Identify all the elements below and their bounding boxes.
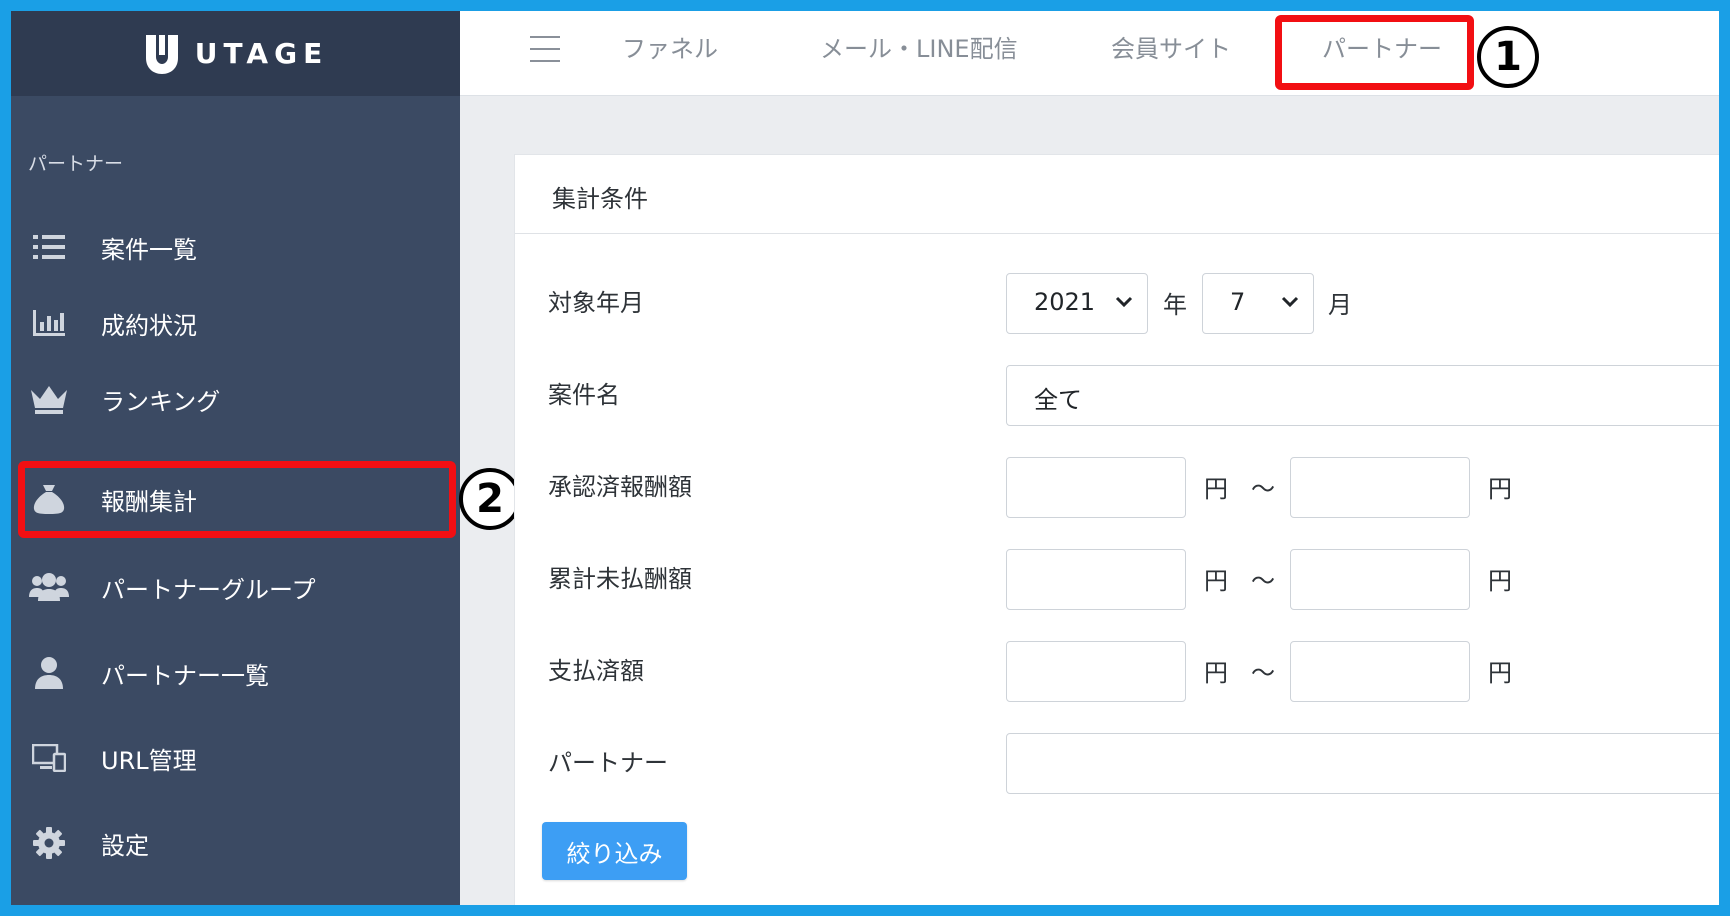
month-unit: 月 [1328, 291, 1352, 319]
brand-name: UTAGE [194, 37, 329, 70]
approved-reward-min-input[interactable] [1006, 457, 1186, 518]
project-name-value: 全て [1034, 386, 1082, 414]
gear-icon [29, 825, 69, 861]
utage-logo-icon [145, 34, 178, 74]
sidebar-item-partner-list[interactable]: パートナー一覧 [11, 643, 460, 703]
range-tilde: 〜 [1251, 659, 1275, 687]
card-title: 集計条件 [552, 185, 648, 213]
sidebar-item-label: 成約状況 [101, 311, 197, 340]
bar-chart-icon [29, 305, 69, 341]
yen-unit: 円 [1488, 659, 1512, 687]
year-select[interactable]: 2021 [1006, 273, 1148, 334]
sidebar-item-settings[interactable]: 設定 [11, 813, 460, 873]
unpaid-total-label: 累計未払酬額 [548, 565, 692, 593]
yen-unit: 円 [1488, 567, 1512, 595]
range-tilde: 〜 [1251, 567, 1275, 595]
sidebar-item-conversion-status[interactable]: 成約状況 [11, 293, 460, 353]
yen-unit: 円 [1488, 475, 1512, 503]
sidebar-item-label: 案件一覧 [101, 235, 197, 264]
unpaid-total-max-input[interactable] [1290, 549, 1470, 610]
sidebar-item-label: 設定 [101, 831, 149, 860]
unpaid-total-min-input[interactable] [1006, 549, 1186, 610]
approved-reward-label: 承認済報酬額 [548, 473, 692, 501]
app-frame: UTAGE パートナー 案件一覧 成約状況 ランキング 報酬集計 パートナーグル… [11, 11, 1719, 905]
approved-reward-max-input[interactable] [1290, 457, 1470, 518]
sidebar-item-project-list[interactable]: 案件一覧 [11, 217, 460, 277]
filter-button[interactable]: 絞り込み [542, 822, 687, 880]
sidebar-item-label: パートナーグループ [101, 575, 316, 604]
partner-input[interactable] [1006, 733, 1719, 794]
partner-label: パートナー [548, 749, 668, 777]
list-icon [29, 229, 69, 265]
sidebar-item-label: URL管理 [101, 746, 197, 775]
yen-unit: 円 [1204, 475, 1228, 503]
card-header: 集計条件 [515, 155, 1719, 234]
chevron-down-icon [1115, 296, 1133, 308]
crown-icon [29, 381, 69, 417]
month-select-value: 7 [1230, 288, 1246, 316]
sidebar-item-label: ランキング [101, 387, 221, 416]
sidebar-item-partner-group[interactable]: パートナーグループ [11, 557, 460, 617]
paid-amount-label: 支払済額 [548, 657, 644, 685]
paid-amount-max-input[interactable] [1290, 641, 1470, 702]
year-unit: 年 [1163, 291, 1187, 319]
month-select[interactable]: 7 [1202, 273, 1314, 334]
sidebar-item-ranking[interactable]: ランキング [11, 369, 460, 429]
annotation-number-1: 1 [1477, 26, 1539, 88]
sidebar-section-label: パートナー [28, 153, 124, 175]
sidebar-item-label: パートナー一覧 [101, 661, 269, 690]
project-name-label: 案件名 [548, 381, 620, 409]
project-name-select[interactable]: 全て [1006, 365, 1719, 426]
user-icon [29, 655, 69, 691]
year-select-value: 2021 [1034, 288, 1096, 316]
hamburger-menu-icon[interactable] [530, 36, 560, 62]
logo-bar: UTAGE [11, 11, 460, 96]
yen-unit: 円 [1204, 567, 1228, 595]
paid-amount-min-input[interactable] [1006, 641, 1186, 702]
sidebar: UTAGE パートナー 案件一覧 成約状況 ランキング 報酬集計 パートナーグル… [11, 11, 460, 905]
tab-funnel[interactable]: ファネル [622, 29, 718, 64]
chevron-down-icon [1281, 296, 1299, 308]
tab-member-site[interactable]: 会員サイト [1111, 29, 1231, 64]
tab-mail-line[interactable]: メール・LINE配信 [820, 29, 1018, 64]
range-tilde: 〜 [1251, 475, 1275, 503]
period-label: 対象年月 [548, 289, 644, 317]
display-icon [29, 740, 69, 776]
highlight-box-partner-tab [1275, 15, 1474, 90]
annotation-number-2: 2 [459, 468, 521, 530]
yen-unit: 円 [1204, 659, 1228, 687]
sidebar-item-url-management[interactable]: URL管理 [11, 728, 460, 788]
users-icon [29, 569, 69, 605]
highlight-box-reward-summary [18, 461, 456, 538]
